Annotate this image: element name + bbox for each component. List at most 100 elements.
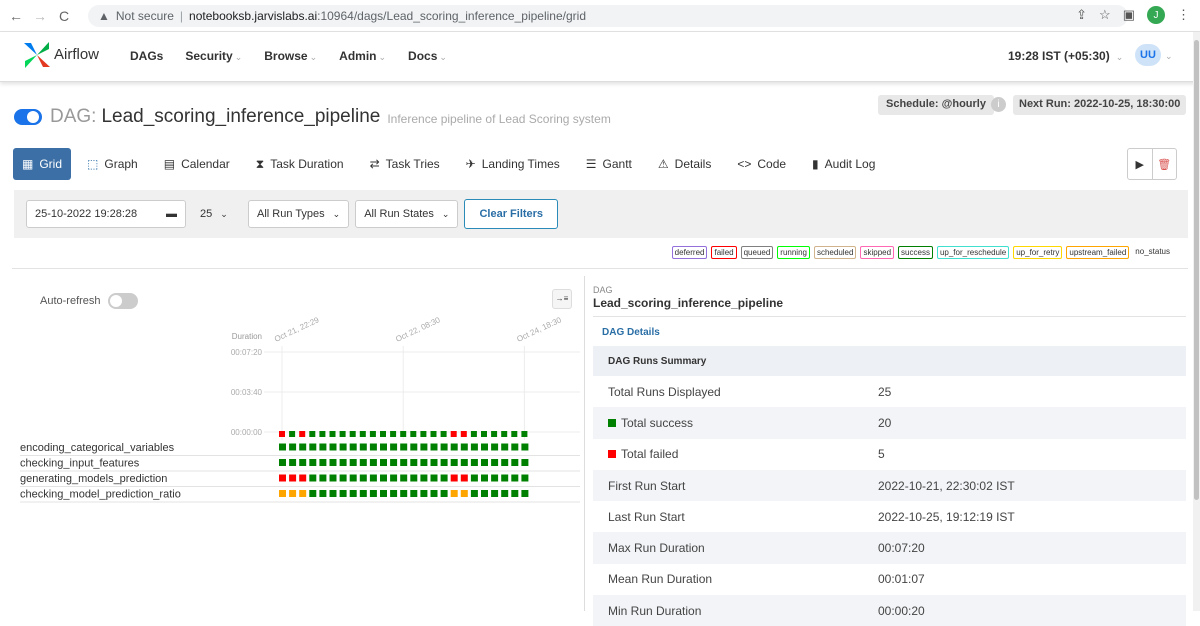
tab-details[interactable]: ⚠ Details — [648, 148, 721, 180]
task-instance-square — [501, 443, 509, 451]
tab-label: Task Tries — [385, 157, 440, 171]
task-instance-square — [460, 459, 468, 466]
legend-success[interactable]: success — [898, 246, 933, 259]
task-instance-square — [319, 490, 327, 497]
menu-browse[interactable]: Browse ⌄ — [264, 49, 317, 63]
task-instance-square — [369, 490, 377, 497]
airflow-logo-icon[interactable] — [22, 40, 52, 70]
summary-title-row: DAG Runs Summary — [593, 346, 1186, 376]
tab-audit-log[interactable]: ▮ Audit Log — [802, 148, 885, 180]
task-instance-square — [349, 443, 357, 451]
tab-graph[interactable]: ⬚ Graph — [77, 148, 148, 180]
row-value: 25 — [878, 384, 892, 399]
task-instance-square — [400, 443, 408, 451]
legend-deferred[interactable]: deferred — [671, 246, 708, 259]
base-date-input[interactable]: 25-10-2022 19:28:28 ▬ — [26, 200, 186, 228]
chevron-down-icon: ⌄ — [441, 208, 450, 219]
auto-refresh-switch[interactable] — [107, 293, 138, 309]
address-bar[interactable]: ▲ Not secure | notebooksb.jarvislabs.ai:… — [88, 5, 1128, 27]
warning-triangle-icon: ⚠ — [657, 157, 669, 171]
tab-grid[interactable]: ▦ Grid — [13, 148, 72, 180]
run-duration-bar — [299, 431, 306, 437]
task-instance-square — [481, 459, 488, 466]
reload-icon[interactable]: C — [56, 8, 72, 24]
legend-running[interactable]: running — [777, 246, 810, 259]
run-state-select[interactable]: All Run States ⌄ — [355, 200, 459, 228]
brand-name[interactable]: Airflow — [54, 46, 99, 63]
task-instance-square — [299, 459, 307, 466]
run-duration-bar — [309, 431, 316, 437]
auto-refresh-label: Auto-refresh — [40, 295, 101, 307]
row-label: Total success — [621, 415, 694, 430]
legend-failed[interactable]: failed — [711, 246, 737, 259]
run-duration-bar — [369, 431, 376, 437]
calendar-icon: ▤ — [163, 157, 176, 171]
chevron-down-icon[interactable]: ⌄ — [1165, 51, 1173, 62]
menu-admin[interactable]: Admin ⌄ — [339, 49, 386, 63]
tab-calendar[interactable]: ▤ Calendar — [154, 148, 240, 180]
task-instance-square — [390, 490, 398, 497]
task-instance-square — [339, 459, 347, 466]
tab-task-tries[interactable]: ⇄ Task Tries — [360, 148, 450, 180]
task-instance-square — [491, 490, 499, 497]
tab-task-duration[interactable]: ⧗ Task Duration — [246, 148, 354, 180]
info-icon[interactable]: i — [991, 97, 1006, 112]
bookmark-star-icon[interactable]: ☆ — [1099, 7, 1111, 23]
landing-icon: ✈ — [465, 157, 476, 171]
chevron-down-icon: ⌄ — [439, 52, 447, 62]
task-instance-square — [440, 474, 448, 482]
row-value: 20 — [878, 415, 892, 430]
menu-dags[interactable]: DAGs — [130, 49, 163, 63]
share-icon[interactable]: ⇪ — [1076, 7, 1087, 23]
legend-upstream-failed[interactable]: upstream_failed — [1066, 246, 1130, 259]
tab-label: Gantt — [602, 157, 632, 171]
auto-refresh: Auto-refresh — [40, 293, 138, 309]
page-scrollbar[interactable] — [1193, 32, 1200, 611]
timezone-dropdown[interactable]: 19:28 IST (+05:30) ⌄ — [1008, 49, 1123, 63]
run-duration-bar — [339, 431, 346, 437]
legend-queued[interactable]: queued — [740, 246, 774, 259]
dag-details-tab[interactable]: DAG Details — [593, 316, 1186, 346]
more-menu-icon[interactable]: ⋮ — [1177, 7, 1190, 23]
clear-filters-button[interactable]: Clear Filters — [464, 199, 559, 229]
num-runs-select[interactable]: 25 ⌄ — [192, 200, 242, 228]
row-value: 2022-10-21, 22:30:02 IST — [878, 478, 1015, 493]
dag-pause-toggle[interactable] — [14, 109, 42, 125]
task-instance-square — [420, 490, 428, 497]
run-type-select[interactable]: All Run Types ⌄ — [248, 200, 350, 228]
row-label: Total failed — [621, 447, 679, 462]
dag-name: Lead_scoring_inference_pipeline — [101, 106, 381, 127]
task-instance-square — [470, 443, 478, 451]
duration-tick-label: 00:07:20 — [231, 348, 263, 357]
task-instance-square — [390, 459, 398, 466]
tab-code[interactable]: <> Code — [727, 148, 796, 180]
tab-gantt[interactable]: ☰ Gantt — [576, 148, 642, 180]
legend-up-for-reschedule[interactable]: up_for_reschedule — [936, 246, 1010, 259]
legend-scheduled[interactable]: scheduled — [813, 246, 857, 259]
task-instance-square — [329, 474, 337, 482]
failed-square-icon — [608, 450, 616, 459]
scrollbar-thumb[interactable] — [1194, 40, 1199, 500]
user-avatar[interactable]: UU — [1135, 44, 1161, 66]
profile-avatar[interactable]: J — [1147, 6, 1165, 24]
back-arrow-icon[interactable]: ← — [8, 8, 24, 24]
sidepanel-icon[interactable]: ▣ — [1123, 7, 1135, 23]
run-duration-bar — [329, 431, 336, 437]
menu-security[interactable]: Security ⌄ — [185, 49, 242, 63]
task-instance-square — [491, 443, 499, 451]
trigger-dag-button[interactable]: ▶ — [1128, 149, 1153, 179]
delete-dag-button[interactable]: 🗑 — [1153, 149, 1177, 179]
legend-no-status[interactable]: no_status — [1133, 246, 1172, 259]
legend-skipped[interactable]: skipped — [860, 246, 895, 259]
task-instance-square — [289, 490, 297, 497]
run-state-value: All Run States — [364, 208, 434, 220]
task-instance-square — [279, 459, 286, 466]
forward-arrow-icon[interactable]: → — [32, 8, 48, 24]
task-instance-square — [450, 443, 458, 451]
tab-landing-times[interactable]: ✈ Landing Times — [456, 148, 570, 180]
task-instance-square — [279, 474, 286, 482]
menu-docs[interactable]: Docs ⌄ — [408, 49, 447, 63]
state-legend: deferred failed queued running scheduled… — [671, 246, 1172, 259]
collapse-details-button[interactable]: →≡ — [552, 289, 572, 309]
legend-up-for-retry[interactable]: up_for_retry — [1013, 246, 1063, 259]
